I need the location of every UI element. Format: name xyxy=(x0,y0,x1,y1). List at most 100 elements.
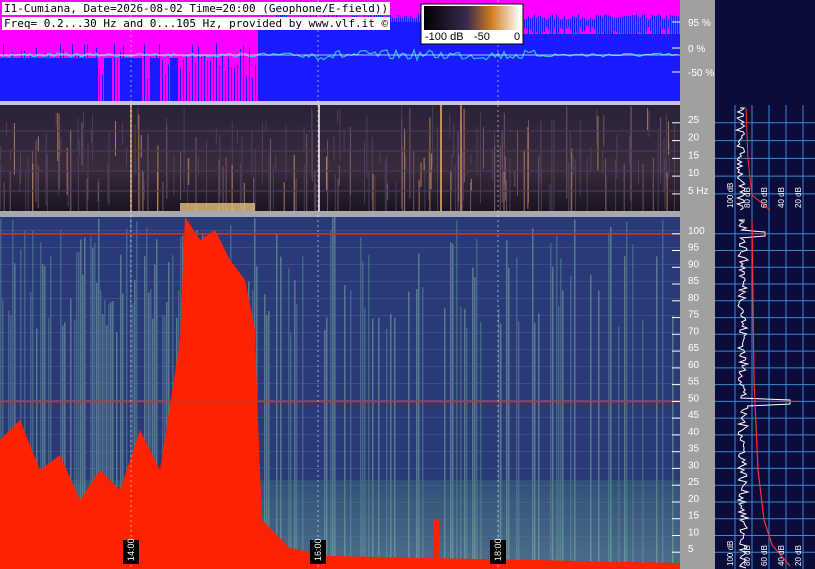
low-streak xyxy=(108,132,110,206)
wide-tick-label: 90 xyxy=(688,259,700,270)
amplitude-stroke xyxy=(674,16,675,36)
amplitude-stroke xyxy=(174,66,175,101)
amplitude-stroke xyxy=(404,16,405,35)
low-streak xyxy=(180,151,181,200)
low-streak xyxy=(449,113,451,139)
amplitude-stroke xyxy=(252,77,253,101)
amplitude-tick-label: -50 % xyxy=(688,68,714,79)
low-streak xyxy=(451,153,453,193)
amplitude-stroke xyxy=(662,18,663,30)
low-streak xyxy=(571,148,573,211)
amplitude-stroke xyxy=(408,18,409,31)
low-streak xyxy=(483,127,484,170)
amplitude-stroke xyxy=(147,78,148,101)
low-streak xyxy=(386,156,388,211)
low-streak xyxy=(509,158,511,211)
amplitude-stroke xyxy=(12,51,13,101)
low-streak xyxy=(551,119,553,211)
amplitude-stroke xyxy=(75,53,76,101)
amplitude-stroke xyxy=(135,60,136,101)
low-bright-streak xyxy=(460,105,462,211)
title-line-1: I1-Cumiana, Date=2026-08-02 Time=20:00 (… xyxy=(2,2,391,15)
wide-tick-label: 85 xyxy=(688,276,700,287)
low-streak xyxy=(404,128,406,211)
low-streak xyxy=(82,121,84,171)
amplitude-stroke xyxy=(201,55,202,101)
low-streak xyxy=(420,162,422,188)
amplitude-stroke xyxy=(63,48,64,101)
time-label: 16:00 xyxy=(313,538,323,561)
wide-band-line xyxy=(0,417,680,418)
amplitude-stroke xyxy=(640,17,641,34)
amplitude-stroke xyxy=(255,64,256,101)
low-streak xyxy=(372,173,374,211)
low-streak xyxy=(596,109,598,144)
wide-tick-label: 25 xyxy=(688,477,700,488)
low-streak xyxy=(665,114,667,180)
amplitude-stroke xyxy=(576,17,577,33)
low-streak xyxy=(630,152,632,211)
amplitude-stroke xyxy=(99,67,100,101)
low-streak xyxy=(339,108,341,161)
amplitude-stroke xyxy=(392,17,393,32)
amplitude-stroke xyxy=(622,16,623,35)
low-streak xyxy=(77,154,79,211)
amplitude-stroke xyxy=(132,58,133,101)
wide-tick-label: 95 xyxy=(688,243,700,254)
amplitude-tick-label: 95 % xyxy=(688,18,711,29)
low-streak xyxy=(549,184,551,211)
amplitude-stroke xyxy=(524,19,525,29)
amplitude-stroke xyxy=(186,56,187,101)
low-streak xyxy=(384,161,386,211)
amplitude-stroke xyxy=(6,69,7,101)
amplitude-stroke xyxy=(60,44,61,101)
colorbar-label-max: 0 xyxy=(514,31,521,43)
amplitude-stroke xyxy=(620,17,621,34)
low-side-db-label: 20 dB xyxy=(794,187,803,208)
hot-spike xyxy=(433,520,439,569)
wide-tick-label: 40 xyxy=(688,427,700,438)
low-streak xyxy=(553,119,555,211)
low-streak xyxy=(81,122,83,166)
amplitude-stroke xyxy=(526,18,527,30)
low-side-db-label: 40 dB xyxy=(777,187,786,208)
amplitude-stroke xyxy=(534,14,535,41)
low-bright-streak xyxy=(440,105,442,211)
amplitude-stroke xyxy=(111,69,112,101)
low-streak xyxy=(270,138,271,211)
low-streak xyxy=(45,133,47,187)
low-streak xyxy=(60,138,62,156)
amplitude-stroke xyxy=(584,18,585,31)
low-streak xyxy=(219,134,221,197)
panel-separator-mid xyxy=(0,211,680,217)
wide-band-line xyxy=(0,349,680,350)
amplitude-stroke xyxy=(400,16,401,35)
wide-tick-label: 60 xyxy=(688,360,700,371)
amplitude-stroke xyxy=(394,18,395,30)
low-streak xyxy=(265,120,267,132)
amplitude-stroke xyxy=(608,15,609,38)
low-streak xyxy=(506,180,508,211)
amplitude-stroke xyxy=(630,15,631,37)
amplitude-stroke xyxy=(538,16,539,36)
colorbar-label-min: -100 dB xyxy=(425,31,464,43)
low-streak xyxy=(540,168,542,211)
amplitude-stroke xyxy=(39,71,40,101)
low-streak xyxy=(162,181,164,211)
low-tick-label: 5 Hz xyxy=(688,186,709,197)
amplitude-stroke xyxy=(410,15,411,37)
amplitude-stroke xyxy=(150,66,151,101)
amplitude-stroke xyxy=(554,19,555,29)
amplitude-stroke xyxy=(540,15,541,38)
low-streak xyxy=(78,139,80,156)
low-side-db-label: 100 dB xyxy=(726,183,735,208)
low-streak xyxy=(657,128,659,211)
low-streak xyxy=(647,108,649,131)
low-streak xyxy=(338,165,340,186)
wide-tick-label: 50 xyxy=(688,393,700,404)
low-streak xyxy=(431,153,433,171)
amplitude-stroke xyxy=(69,60,70,101)
amplitude-stroke xyxy=(30,53,31,101)
amplitude-stroke xyxy=(638,17,639,33)
amplitude-stroke xyxy=(54,53,55,101)
